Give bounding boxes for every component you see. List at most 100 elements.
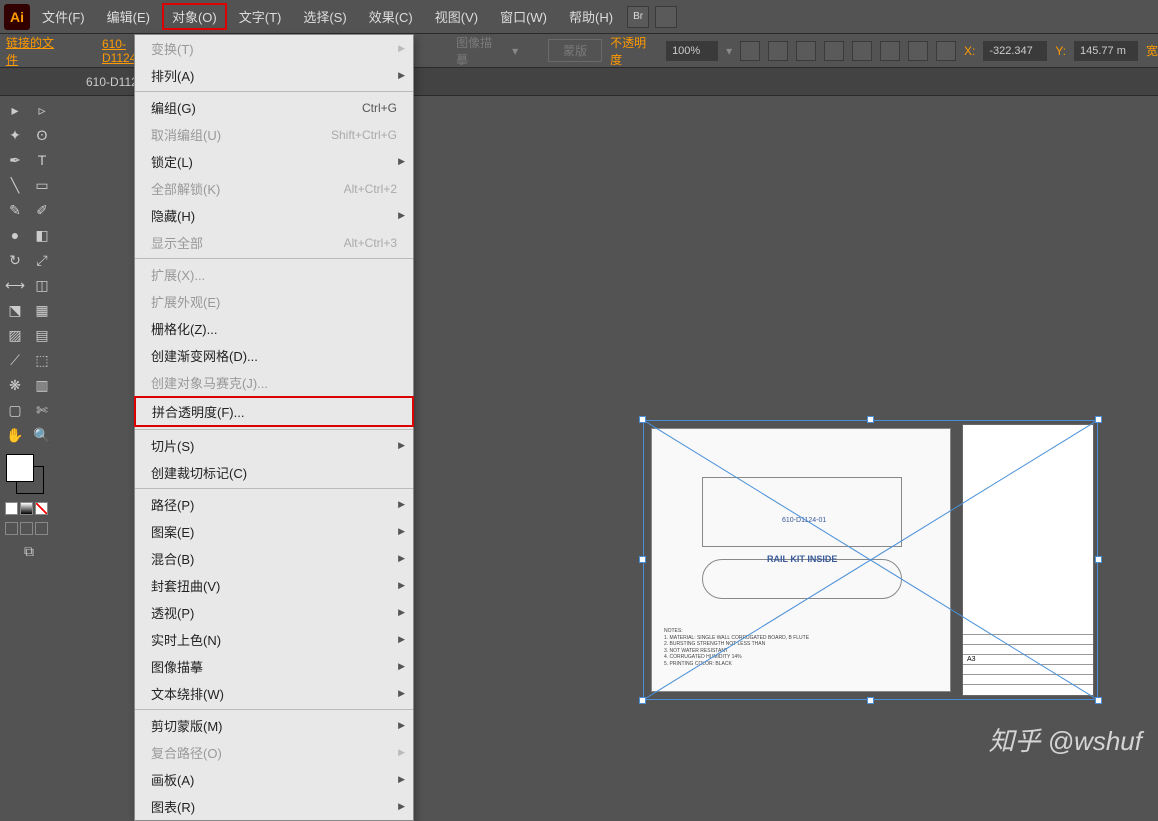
line-tool[interactable]: ╲ (2, 173, 28, 197)
menu-item[interactable]: 文本绕排(W) (135, 680, 413, 707)
menu-item[interactable]: 栅格化(Z)... (135, 315, 413, 342)
color-mode[interactable] (5, 502, 18, 515)
menu-item: 显示全部Alt+Ctrl+3 (135, 229, 413, 256)
screen-mode-2[interactable] (20, 522, 33, 535)
x-input[interactable]: -322.347 (983, 41, 1047, 61)
eyedropper-tool[interactable]: ⟋ (2, 348, 28, 372)
handle-n[interactable] (867, 416, 874, 423)
menu-item[interactable]: 图案(E) (135, 518, 413, 545)
direct-select-tool[interactable]: ▹ (29, 98, 55, 122)
graph-tool[interactable]: ▥ (29, 373, 55, 397)
handle-nw[interactable] (639, 416, 646, 423)
menu-item: 全部解锁(K)Alt+Ctrl+2 (135, 175, 413, 202)
menu-help[interactable]: 帮助(H) (559, 3, 623, 30)
symbol-tool[interactable]: ❋ (2, 373, 28, 397)
eraser-tool[interactable]: ◧ (29, 223, 55, 247)
selection-tool[interactable]: ▸ (2, 98, 28, 122)
rect-tool[interactable]: ▭ (29, 173, 55, 197)
menu-item[interactable]: 创建渐变网格(D)... (135, 342, 413, 369)
screen-mode-1[interactable] (5, 522, 18, 535)
handle-s[interactable] (867, 697, 874, 704)
w-label: 宽 (1146, 42, 1158, 59)
menu-edit[interactable]: 编辑(E) (97, 3, 160, 30)
menu-item[interactable]: 透视(P) (135, 599, 413, 626)
menu-item[interactable]: 编组(G)Ctrl+G (135, 94, 413, 121)
menu-item[interactable]: 图像描摹 (135, 653, 413, 680)
brush-tool[interactable]: ✎ (2, 198, 28, 222)
menu-item[interactable]: 实时上色(N) (135, 626, 413, 653)
menu-effect[interactable]: 效果(C) (359, 3, 423, 30)
free-transform-tool[interactable]: ◫ (29, 273, 55, 297)
menu-file[interactable]: 文件(F) (32, 3, 95, 30)
pen-tool[interactable]: ✒ (2, 148, 28, 172)
handle-w[interactable] (639, 556, 646, 563)
blob-tool[interactable]: ● (2, 223, 28, 247)
perspective-tool[interactable]: ▦ (29, 298, 55, 322)
handle-sw[interactable] (639, 697, 646, 704)
menu-item: 扩展(X)... (135, 261, 413, 288)
watermark: 知乎 @wshuf (988, 721, 1142, 758)
opacity-input[interactable]: 100% (666, 41, 718, 61)
menu-item[interactable]: 切片(S) (135, 432, 413, 459)
menu-select[interactable]: 选择(S) (293, 3, 356, 30)
menu-item[interactable]: 创建裁切标记(C) (135, 459, 413, 486)
align-top-button[interactable] (852, 41, 872, 61)
rotate-tool[interactable]: ↻ (2, 248, 28, 272)
selected-artwork[interactable]: 610-D1124-01 RAIL KIT INSIDE NOTES: 1. M… (643, 420, 1098, 700)
slice-tool[interactable]: ✄ (29, 398, 55, 422)
linked-file-label[interactable]: 链接的文件 (6, 34, 66, 68)
selection-box (643, 420, 1098, 700)
menu-window[interactable]: 窗口(W) (490, 3, 557, 30)
menu-item: 变换(T) (135, 35, 413, 62)
align-left-button[interactable] (768, 41, 788, 61)
menu-item: 复合路径(O) (135, 739, 413, 766)
menu-item[interactable]: 剪切蒙版(M) (135, 712, 413, 739)
type-tool[interactable]: T (29, 148, 55, 172)
image-trace-label[interactable]: 图像描摹 (456, 34, 504, 68)
menu-item[interactable]: 路径(P) (135, 491, 413, 518)
artboard-tool[interactable]: ▢ (2, 398, 28, 422)
lasso-tool[interactable]: ʘ (29, 123, 55, 147)
menu-item[interactable]: 图表(R) (135, 793, 413, 820)
screen-mode-button[interactable]: ⧉ (2, 539, 56, 563)
shape-builder-tool[interactable]: ⬔ (2, 298, 28, 322)
hand-tool[interactable]: ✋ (2, 423, 28, 447)
none-mode[interactable] (35, 502, 48, 515)
handle-e[interactable] (1095, 556, 1102, 563)
opt-btn-1[interactable] (740, 41, 760, 61)
menu-item[interactable]: 封套扭曲(V) (135, 572, 413, 599)
align-mid-button[interactable] (880, 41, 900, 61)
transform-panel-button[interactable] (936, 41, 956, 61)
scale-tool[interactable]: ⤢ (29, 248, 55, 272)
menu-item[interactable]: 排列(A) (135, 62, 413, 89)
gradient-mode[interactable] (20, 502, 33, 515)
menu-item[interactable]: 画板(A) (135, 766, 413, 793)
handle-se[interactable] (1095, 697, 1102, 704)
arrange-docs-button[interactable] (655, 6, 677, 28)
y-input[interactable]: 145.77 m (1074, 41, 1138, 61)
menu-view[interactable]: 视图(V) (425, 3, 488, 30)
blend-tool[interactable]: ⬚ (29, 348, 55, 372)
menu-item[interactable]: 锁定(L) (135, 148, 413, 175)
menu-item: 创建对象马赛克(J)... (135, 369, 413, 396)
gradient-tool[interactable]: ▤ (29, 323, 55, 347)
handle-ne[interactable] (1095, 416, 1102, 423)
pencil-tool[interactable]: ✐ (29, 198, 55, 222)
bridge-button[interactable]: Br (627, 6, 649, 28)
menu-item[interactable]: 混合(B) (135, 545, 413, 572)
align-right-button[interactable] (824, 41, 844, 61)
magic-wand-tool[interactable]: ✦ (2, 123, 28, 147)
width-tool[interactable]: ⟷ (2, 273, 28, 297)
x-label: X: (964, 44, 975, 58)
mesh-tool[interactable]: ▨ (2, 323, 28, 347)
align-center-button[interactable] (796, 41, 816, 61)
menu-type[interactable]: 文字(T) (229, 3, 292, 30)
mask-button[interactable]: 蒙版 (548, 39, 602, 62)
screen-mode-3[interactable] (35, 522, 48, 535)
fill-stroke-swatch[interactable] (2, 452, 56, 498)
menu-item[interactable]: 隐藏(H) (135, 202, 413, 229)
align-bottom-button[interactable] (908, 41, 928, 61)
zoom-tool[interactable]: 🔍 (29, 423, 55, 447)
menu-item[interactable]: 拼合透明度(F)... (134, 396, 414, 427)
menu-object[interactable]: 对象(O) (162, 3, 227, 30)
